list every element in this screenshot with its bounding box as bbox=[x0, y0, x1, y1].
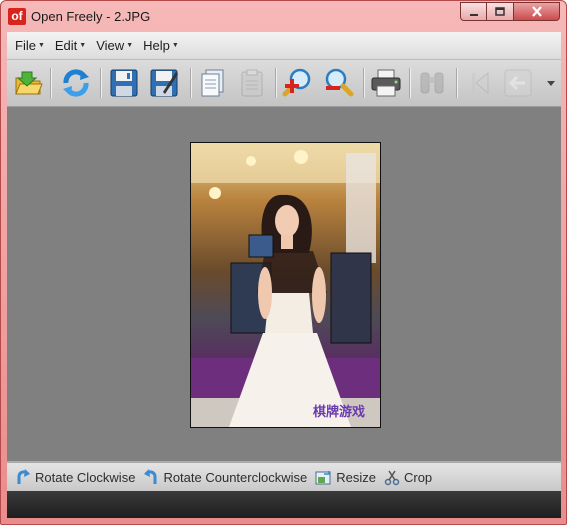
print-icon bbox=[371, 69, 401, 97]
toolbar-separator bbox=[190, 68, 192, 98]
minimize-icon bbox=[469, 13, 478, 16]
window-controls bbox=[460, 2, 560, 22]
dropdown-arrow-icon: ▼ bbox=[37, 42, 45, 49]
first-page-icon bbox=[472, 71, 489, 95]
rotate-clockwise-button[interactable]: Rotate Clockwise bbox=[15, 468, 135, 486]
refresh-icon bbox=[63, 69, 89, 97]
refresh-button[interactable] bbox=[59, 66, 93, 100]
menu-file-label: File bbox=[15, 38, 36, 53]
zoom-out-icon bbox=[325, 68, 354, 97]
app-logo-icon: of bbox=[8, 8, 26, 25]
rotate-counterclockwise-label: Rotate Counterclockwise bbox=[163, 469, 308, 485]
zoom-in-button[interactable] bbox=[281, 66, 315, 100]
menu-file[interactable]: File ▼ bbox=[15, 38, 45, 53]
crop-label: Crop bbox=[403, 469, 433, 485]
resize-button[interactable]: Resize bbox=[315, 469, 376, 486]
menu-edit-label: Edit bbox=[54, 38, 78, 53]
zoom-in-icon bbox=[282, 68, 311, 97]
toolbar-separator bbox=[409, 68, 411, 98]
copy-icon bbox=[201, 69, 224, 97]
zoom-out-button[interactable] bbox=[321, 66, 355, 100]
copy-button[interactable] bbox=[196, 66, 230, 100]
menu-view[interactable]: View ▼ bbox=[96, 38, 133, 53]
menu-help[interactable]: Help ▼ bbox=[143, 38, 179, 53]
toolbar-separator bbox=[50, 68, 52, 98]
toolbar bbox=[7, 60, 561, 107]
minimize-button[interactable] bbox=[460, 2, 487, 21]
image-canvas[interactable]: 棋牌游戏 bbox=[7, 107, 561, 461]
save-icon bbox=[110, 69, 138, 97]
menu-edit[interactable]: Edit ▼ bbox=[55, 38, 86, 53]
maximize-icon bbox=[495, 6, 505, 16]
back-button[interactable] bbox=[501, 66, 535, 100]
toolbar-separator bbox=[363, 68, 365, 98]
binoculars-icon bbox=[420, 72, 444, 94]
save-button[interactable] bbox=[107, 66, 141, 100]
crop-icon bbox=[384, 470, 400, 485]
dropdown-arrow-icon: ▼ bbox=[171, 42, 179, 49]
rotate-counterclockwise-icon bbox=[144, 469, 157, 484]
crop-button[interactable]: Crop bbox=[384, 469, 432, 486]
rotate-clockwise-label: Rotate Clockwise bbox=[35, 469, 136, 485]
save-as-button[interactable] bbox=[147, 66, 181, 100]
action-bar: Rotate Clockwise Rotate Counterclockwise… bbox=[7, 462, 561, 491]
toolbar-overflow-button[interactable] bbox=[542, 66, 560, 100]
dropdown-arrow-icon: ▼ bbox=[79, 42, 87, 49]
resize-label: Resize bbox=[336, 469, 376, 485]
menu-bar: File ▼ Edit ▼ View ▼ Help ▼ bbox=[7, 32, 561, 60]
toolbar-separator bbox=[456, 68, 458, 98]
rotate-clockwise-icon bbox=[17, 469, 30, 484]
overflow-chevron-icon bbox=[547, 81, 555, 86]
photo-image bbox=[191, 143, 380, 427]
print-button[interactable] bbox=[369, 66, 403, 100]
close-icon bbox=[531, 6, 542, 17]
open-folder-icon bbox=[15, 71, 43, 95]
dropdown-arrow-icon: ▼ bbox=[126, 42, 134, 49]
window-title: Open Freely - 2.JPG bbox=[31, 9, 151, 24]
rotate-counterclockwise-button[interactable]: Rotate Counterclockwise bbox=[143, 468, 307, 486]
title-bar[interactable]: of Open Freely - 2.JPG bbox=[1, 1, 566, 31]
status-bar bbox=[7, 491, 561, 518]
app-window: of Open Freely - 2.JPG File ▼ Edit ▼ View ▼… bbox=[0, 0, 567, 525]
back-arrow-icon bbox=[504, 69, 532, 97]
menu-help-label: Help bbox=[143, 38, 170, 53]
photo-preview: 棋牌游戏 bbox=[190, 142, 381, 428]
paste-button[interactable] bbox=[235, 66, 269, 100]
close-button[interactable] bbox=[514, 2, 560, 21]
maximize-button[interactable] bbox=[487, 2, 514, 21]
toolbar-separator bbox=[275, 68, 277, 98]
resize-icon bbox=[315, 470, 331, 484]
menu-view-label: View bbox=[96, 38, 125, 53]
toolbar-separator bbox=[100, 68, 102, 98]
find-button[interactable] bbox=[415, 66, 449, 100]
paste-icon bbox=[241, 69, 263, 97]
watermark-text: 棋牌游戏 bbox=[313, 405, 366, 420]
open-button[interactable] bbox=[11, 66, 45, 100]
save-as-icon bbox=[150, 69, 178, 97]
first-page-button[interactable] bbox=[463, 66, 497, 100]
